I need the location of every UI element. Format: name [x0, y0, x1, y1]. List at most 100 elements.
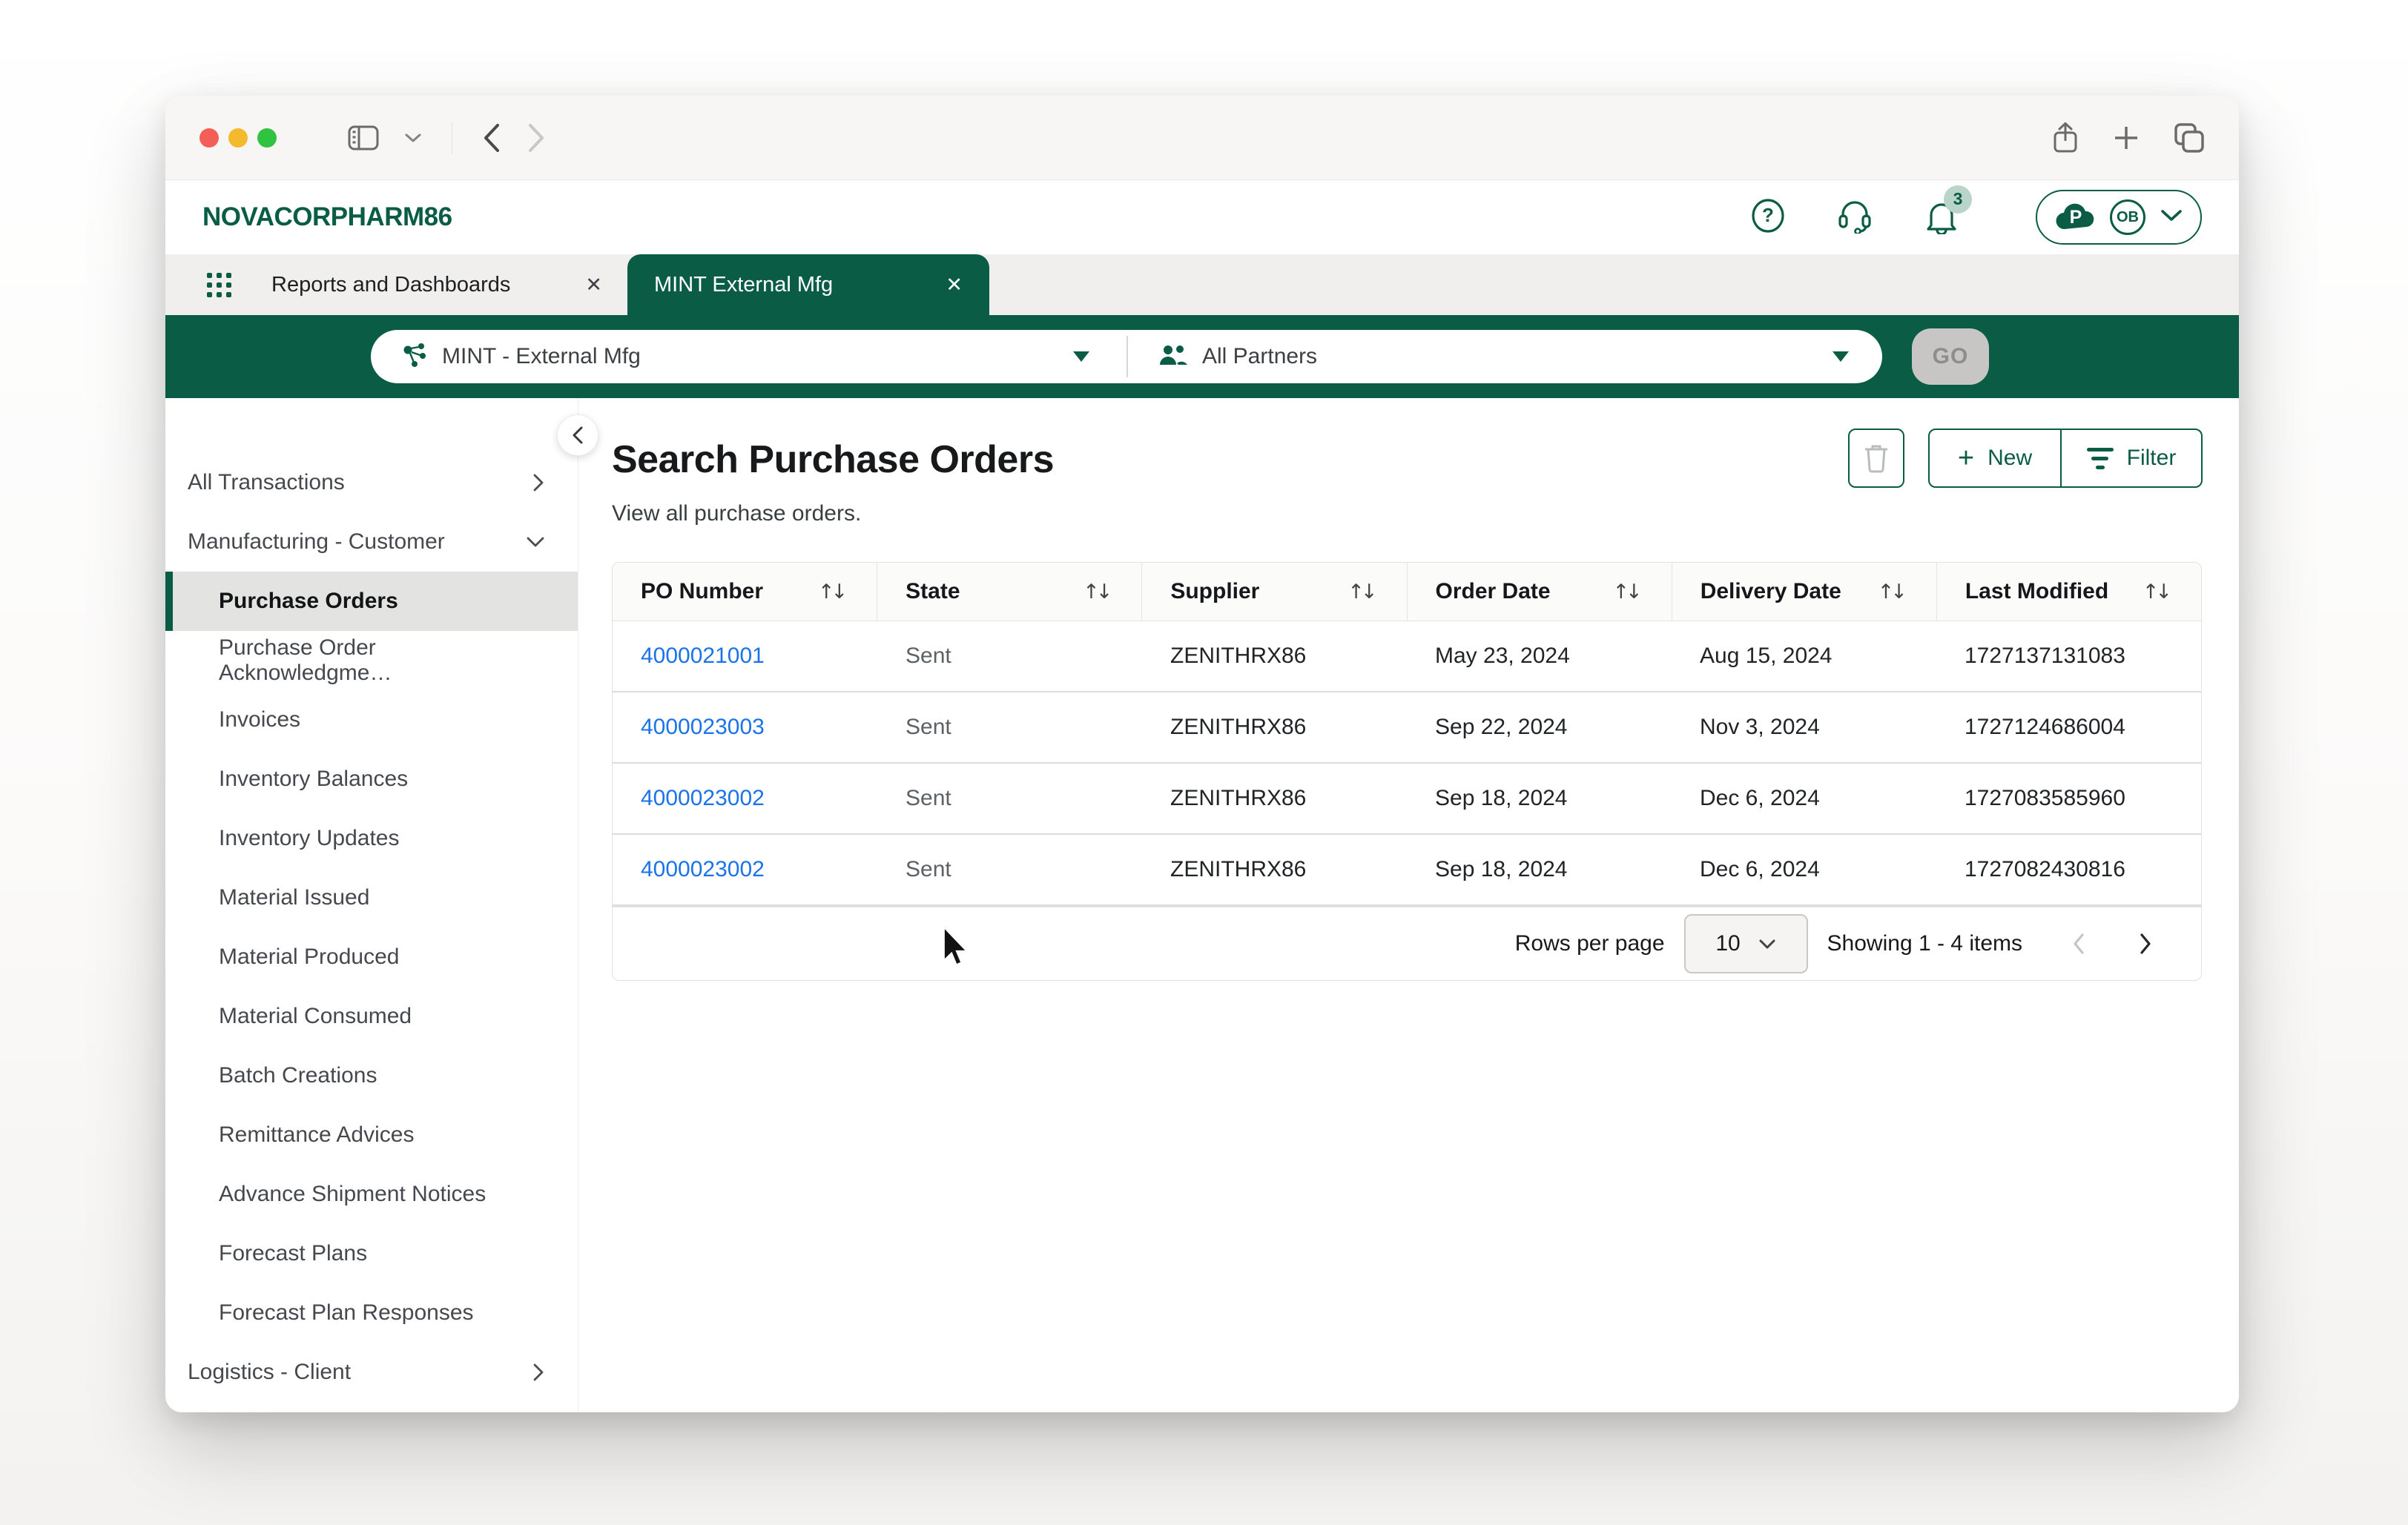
sidebar-item-label: Material Produced — [219, 945, 400, 969]
delivery-date-cell: Aug 15, 2024 — [1700, 644, 1833, 668]
tab-reports-and-dashboards[interactable]: Reports and Dashboards ✕ — [271, 254, 613, 315]
page-actions: + New Filter — [1848, 429, 2203, 488]
sidebar-item-purchase-order-acknowledgments[interactable]: Purchase Order Acknowledgme… — [165, 631, 578, 690]
column-header-state[interactable]: State ↑↓ — [877, 563, 1143, 621]
new-button[interactable]: + New — [1930, 430, 2062, 486]
go-button[interactable]: GO — [1912, 328, 1989, 385]
chevron-down-icon[interactable] — [404, 132, 422, 144]
sidebar-item-label: Forecast Plans — [219, 1241, 368, 1266]
filter-icon — [2086, 447, 2114, 469]
forward-button[interactable] — [527, 122, 546, 153]
sort-icon: ↑↓ — [1083, 580, 1112, 603]
sidebar-item-label: All Transactions — [188, 470, 345, 494]
trash-icon — [1865, 445, 1887, 473]
sidebar-item-all-transactions[interactable]: All Transactions — [165, 453, 578, 512]
chevron-right-icon — [533, 1363, 544, 1381]
supplier-cell: ZENITHRX86 — [1170, 786, 1307, 810]
avatar: OB — [2110, 199, 2145, 235]
sidebar-item-purchase-orders[interactable]: Purchase Orders — [165, 572, 578, 631]
share-icon[interactable] — [2052, 122, 2079, 154]
table-header-row: PO Number ↑↓ State ↑↓ Supplier ↑↓ Order Dat… — [613, 563, 2201, 621]
partners-selector[interactable]: All Partners — [1128, 330, 1882, 383]
tab-label: Reports and Dashboards — [271, 272, 511, 297]
tab-overview-icon[interactable] — [2174, 122, 2205, 153]
chevron-left-icon — [2074, 933, 2084, 954]
sidebar-item-label: Purchase Order Acknowledgme… — [219, 635, 392, 685]
column-header-last-modified[interactable]: Last Modified ↑↓ — [1937, 563, 2201, 621]
sidebar-item-forecast-plan-responses[interactable]: Forecast Plan Responses — [165, 1283, 578, 1343]
po-number-link[interactable]: 4000023002 — [613, 857, 877, 882]
sidebar-nav: All Transactions Manufacturing - Custome… — [165, 398, 598, 1412]
support-headset-icon[interactable] — [1837, 198, 1873, 237]
sidebar-toggle-icon[interactable] — [348, 125, 379, 150]
sidebar-item-inventory-balances[interactable]: Inventory Balances — [165, 750, 578, 809]
po-number-link[interactable]: 4000023003 — [613, 715, 877, 740]
chevron-right-icon — [2140, 933, 2151, 954]
sidebar-item-material-produced[interactable]: Material Produced — [165, 927, 578, 987]
last-modified-cell: 1727124686004 — [1965, 715, 2125, 739]
table-row: 4000021001 Sent ZENITHRX86 May 23, 2024 … — [613, 621, 2201, 692]
close-tab-icon[interactable]: ✕ — [585, 274, 602, 297]
po-number-link[interactable]: 4000023002 — [613, 786, 877, 811]
delivery-date-cell: Dec 6, 2024 — [1700, 786, 1820, 810]
column-header-supplier[interactable]: Supplier ↑↓ — [1142, 563, 1408, 621]
dropdown-arrow-icon — [1833, 351, 1849, 362]
sidebar-item-invoices[interactable]: Invoices — [165, 690, 578, 750]
maximize-window-button[interactable] — [257, 128, 277, 148]
table-row: 4000023002 Sent ZENITHRX86 Sep 18, 2024 … — [613, 764, 2201, 835]
purchase-orders-table: PO Number ↑↓ State ↑↓ Supplier ↑↓ Order Dat… — [612, 562, 2202, 981]
previous-page-button[interactable] — [2064, 933, 2094, 955]
sidebar-item-label: Material Issued — [219, 885, 370, 910]
sidebar-item-advance-shipment-notices[interactable]: Advance Shipment Notices — [165, 1165, 578, 1224]
sort-icon: ↑↓ — [817, 580, 848, 603]
sidebar-item-logistics-client[interactable]: Logistics - Client — [165, 1343, 578, 1402]
sort-icon: ↑↓ — [1348, 580, 1377, 603]
state-cell: Sent — [906, 857, 951, 881]
showing-items-text: Showing 1 - 4 items — [1827, 931, 2022, 956]
mouse-cursor — [942, 925, 971, 967]
po-number-link[interactable]: 4000021001 — [613, 644, 877, 669]
notification-count-badge: 3 — [1944, 185, 1972, 214]
app-tab-strip: Reports and Dashboards ✕ MINT External M… — [165, 254, 2239, 315]
new-tab-icon[interactable] — [2113, 125, 2140, 151]
main-content: Search Purchase Orders View all purchase… — [578, 398, 2239, 1412]
order-date-cell: May 23, 2024 — [1435, 644, 1570, 668]
sidebar-item-label: Inventory Balances — [219, 767, 409, 791]
network-selector[interactable]: MINT - External Mfg — [371, 330, 1127, 383]
network-icon — [400, 341, 429, 373]
sidebar-item-label: Advance Shipment Notices — [219, 1182, 486, 1206]
sidebar-item-batch-creations[interactable]: Batch Creations — [165, 1046, 578, 1105]
tab-mint-external-mfg[interactable]: MINT External Mfg ✕ — [627, 254, 989, 315]
back-button[interactable] — [482, 122, 501, 153]
column-header-po-number[interactable]: PO Number ↑↓ — [613, 563, 878, 621]
window-controls — [199, 128, 277, 148]
sort-icon: ↑↓ — [1612, 580, 1642, 603]
notifications-bell-icon[interactable]: 3 — [1924, 185, 1972, 238]
close-window-button[interactable] — [199, 128, 219, 148]
column-header-delivery-date[interactable]: Delivery Date ↑↓ — [1672, 563, 1937, 621]
sidebar-item-inventory-updates[interactable]: Inventory Updates — [165, 809, 578, 868]
chevron-down-icon — [2160, 209, 2183, 226]
sidebar-item-forecast-plans[interactable]: Forecast Plans — [165, 1224, 578, 1283]
close-tab-icon[interactable]: ✕ — [946, 274, 963, 297]
help-icon[interactable]: ? — [1751, 198, 1785, 236]
last-modified-cell: 1727137131083 — [1965, 644, 2125, 668]
sidebar-item-material-consumed[interactable]: Material Consumed — [165, 987, 578, 1046]
delete-button[interactable] — [1848, 429, 1904, 488]
column-header-order-date[interactable]: Order Date ↑↓ — [1408, 563, 1672, 621]
profile-menu[interactable]: P OB — [2036, 190, 2202, 245]
next-page-button[interactable] — [2131, 933, 2160, 955]
filter-button[interactable]: Filter — [2062, 430, 2201, 486]
state-cell: Sent — [906, 715, 951, 739]
sidebar-collapse-button[interactable] — [557, 414, 598, 456]
rows-per-page-select[interactable]: 10 — [1683, 914, 1808, 973]
sidebar-item-label: Batch Creations — [219, 1063, 377, 1088]
app-launcher-icon[interactable] — [207, 272, 231, 297]
svg-text:?: ? — [1762, 204, 1774, 226]
minimize-window-button[interactable] — [228, 128, 248, 148]
sidebar-item-manufacturing-customer[interactable]: Manufacturing - Customer — [165, 512, 578, 572]
sidebar-item-remittance-advices[interactable]: Remittance Advices — [165, 1105, 578, 1165]
sidebar-item-label: Logistics - Client — [188, 1360, 352, 1384]
sidebar-item-material-issued[interactable]: Material Issued — [165, 868, 578, 927]
last-modified-cell: 1727083585960 — [1965, 786, 2125, 810]
